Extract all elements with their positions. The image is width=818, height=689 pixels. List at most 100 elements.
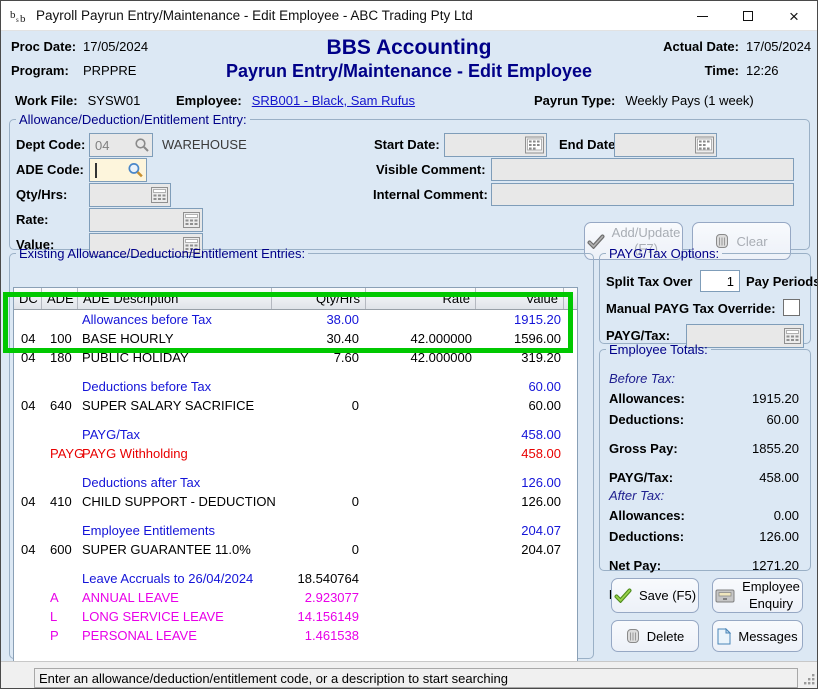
table-row[interactable]: 04640SUPER SALARY SACRIFICE060.00 [14,396,577,415]
table-row[interactable]: PPERSONAL LEAVE1.461538 [14,626,577,645]
table-row[interactable]: Deductions before Tax60.00 [14,377,577,396]
table-row[interactable]: 04600SUPER GUARANTEE 11.0%0204.07 [14,540,577,559]
cell-dc: 04 [14,350,42,365]
cell-desc: BASE HOURLY [78,331,272,346]
calculator-icon[interactable] [183,212,200,228]
table-body: Allowances before Tax38.001915.2004100BA… [14,310,577,645]
employee-totals-section: Employee Totals: Before Tax: Allowances:… [599,342,811,571]
calendar-icon[interactable] [695,137,714,154]
cell-value: 458.00 [476,427,564,442]
payg-options-section: PAYG/Tax Options: Split Tax Over 1 Pay P… [599,246,811,344]
qty-hrs-input[interactable] [89,183,171,207]
entries-table: DC ADE ADE Description Qty/Hrs Rate Valu… [13,287,578,666]
minimize-button[interactable] [679,1,725,31]
value: 0.00 [774,508,799,523]
table-row[interactable]: Deductions after Tax126.00 [14,473,577,492]
cell-value: 126.00 [476,475,564,490]
table-spacer-row [14,415,577,425]
table-row[interactable]: PAYGPAYG Withholding458.00 [14,444,577,463]
search-icon[interactable] [127,162,144,179]
delete-button[interactable]: Delete [611,620,699,652]
calculator-icon[interactable] [151,187,168,203]
split-tax-value: 1 [727,274,734,289]
column-header-description[interactable]: ADE Description [78,288,272,309]
document-icon [717,628,731,645]
total-row-allowances-after: Allowances: 0.00 [609,505,799,526]
cell-ade: 410 [42,494,78,509]
dept-code-field[interactable]: 04 [89,133,153,157]
cell-qty: 2.923077 [272,590,366,605]
column-header-ade[interactable]: ADE [42,288,78,309]
table-row[interactable]: PAYG/Tax458.00 [14,425,577,444]
employee-link[interactable]: SRB001 - Black, Sam Rufus [252,93,415,108]
column-header-dc[interactable]: DC [14,288,42,309]
save-label: Save (F5) [639,588,696,603]
cell-qty: 1.461538 [272,628,366,643]
actual-date-value: 17/05/2024 [746,39,811,54]
value: 1855.20 [752,441,799,456]
cell-qty: 7.60 [272,350,366,365]
split-tax-input[interactable]: 1 [700,270,740,292]
minimize-icon [697,16,708,17]
cell-desc: SUPER SALARY SACRIFICE [78,398,272,413]
cell-desc: Leave Accruals to 26/04/2024 [78,571,272,586]
column-header-rate[interactable]: Rate [366,288,476,309]
maximize-icon [743,11,753,21]
table-row[interactable]: 04180PUBLIC HOLIDAY7.6042.000000319.20 [14,348,577,367]
column-header-qty[interactable]: Qty/Hrs [272,288,366,309]
title-bar: b s b Payroll Payrun Entry/Maintenance -… [1,1,817,31]
cell-value: 60.00 [476,379,564,394]
svg-text:b: b [20,13,26,24]
label: Deductions: [609,412,684,427]
cell-value: 204.07 [476,523,564,538]
table-row[interactable]: AANNUAL LEAVE2.923077 [14,588,577,607]
cell-desc: CHILD SUPPORT - DEDUCTION [78,494,272,509]
close-button[interactable]: × [771,1,817,31]
add-update-label: Add/Update [612,225,681,240]
calendar-icon[interactable] [525,137,544,154]
internal-comment-input[interactable] [491,183,794,206]
start-date-input[interactable] [444,133,547,157]
end-date-input[interactable] [614,133,717,157]
actual-date: Actual Date: 17/05/2024 [663,39,811,54]
search-icon[interactable] [134,137,150,153]
cell-qty: 30.40 [272,331,366,346]
messages-button[interactable]: Messages [712,620,803,652]
entries-section: Existing Allowance/Deduction/Entitlement… [9,246,594,659]
column-header-value[interactable]: Value [476,288,564,309]
cell-dc: 04 [14,494,42,509]
table-header: DC ADE ADE Description Qty/Hrs Rate Valu… [14,288,577,310]
cell-value: 60.00 [476,398,564,413]
cell-qty: 38.00 [272,312,366,327]
table-row[interactable]: Allowances before Tax38.001915.20 [14,310,577,329]
cell-value: 319.20 [476,350,564,365]
visible-comment-input[interactable] [491,158,794,181]
cell-ade: A [42,590,78,605]
resize-grip[interactable] [803,673,816,686]
ade-code-input[interactable] [89,158,147,182]
save-button[interactable]: Save (F5) [611,578,699,613]
internal-comment-label: Internal Comment: [373,187,488,202]
label: Deductions: [609,529,684,544]
total-row-deductions-before: Deductions: 60.00 [609,409,799,430]
table-row[interactable]: 04100BASE HOURLY30.4042.0000001596.00 [14,329,577,348]
dept-code-value: 04 [90,138,109,153]
ade-code-label: ADE Code: [16,162,84,177]
table-row[interactable]: Leave Accruals to 26/04/202418.540764 [14,569,577,588]
table-row[interactable]: Employee Entitlements204.07 [14,521,577,540]
window-title: Payroll Payrun Entry/Maintenance - Edit … [36,8,473,23]
cell-rate: 42.000000 [366,331,476,346]
payrun-type: Payrun Type: Weekly Pays (1 week) [534,93,754,108]
cell-ade: 180 [42,350,78,365]
rate-input[interactable] [89,208,203,232]
maximize-button[interactable] [725,1,771,31]
cell-ade: 100 [42,331,78,346]
value: 126.00 [759,529,799,544]
table-row[interactable]: LLONG SERVICE LEAVE14.156149 [14,607,577,626]
end-date-label: End Date: [559,137,620,152]
table-spacer-row [14,559,577,569]
manual-override-checkbox[interactable] [783,299,800,316]
employee-enquiry-button[interactable]: EmployeeEnquiry [712,578,803,613]
manual-override-label: Manual PAYG Tax Override: [606,301,776,316]
table-row[interactable]: 04410CHILD SUPPORT - DEDUCTION0126.00 [14,492,577,511]
